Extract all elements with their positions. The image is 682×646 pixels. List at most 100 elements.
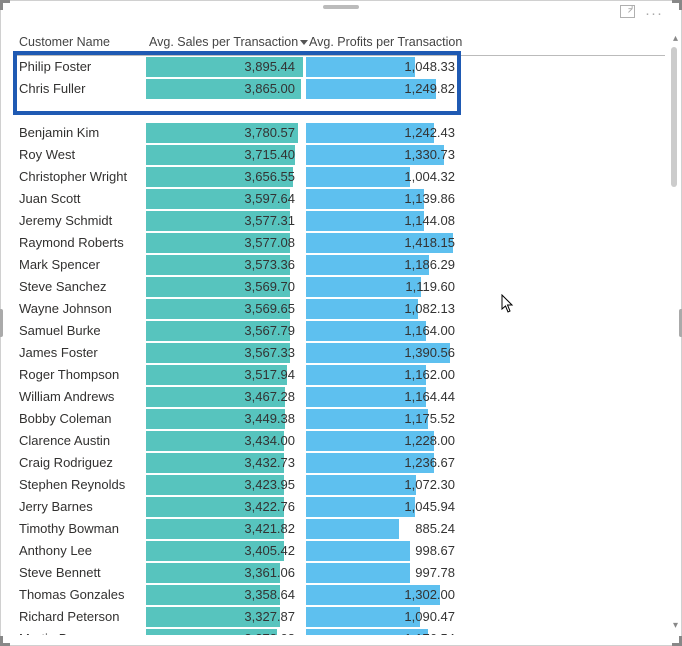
- cell-customer: Jerry Barnes: [15, 496, 145, 518]
- table-row[interactable]: Wayne Johnson3,569.651,082.13: [15, 298, 665, 320]
- table-row[interactable]: Clarence Austin3,434.001,228.00: [15, 430, 665, 452]
- cell-profits: 1,090.47: [305, 606, 465, 628]
- cell-customer: Martin Berry: [15, 628, 145, 636]
- cell-customer: Clarence Austin: [15, 430, 145, 452]
- table-row[interactable]: Roy West3,715.401,330.73: [15, 144, 665, 166]
- table-row[interactable]: Craig Rodriguez3,432.731,236.67: [15, 452, 665, 474]
- table-row[interactable]: Jeremy Schmidt3,577.311,144.08: [15, 210, 665, 232]
- drag-handle-top[interactable]: [323, 5, 359, 9]
- cell-sales: 3,327.87: [145, 606, 305, 628]
- table-row[interactable]: Steve Sanchez3,569.701,119.60: [15, 276, 665, 298]
- sort-desc-icon: [300, 40, 308, 45]
- cell-customer: Samuel Burke: [15, 320, 145, 342]
- cell-customer: Jeremy Schmidt: [15, 210, 145, 232]
- cell-customer: Wayne Johnson: [15, 298, 145, 320]
- cell-profits: 1,228.00: [305, 430, 465, 452]
- focus-mode-icon[interactable]: [620, 5, 635, 22]
- cell-profits: 1,176.54: [305, 628, 465, 636]
- cell-customer: Roger Thompson: [15, 364, 145, 386]
- cell-customer: Bobby Coleman: [15, 408, 145, 430]
- cell-profits: 1,162.00: [305, 364, 465, 386]
- table-row[interactable]: William Andrews3,467.281,164.44: [15, 386, 665, 408]
- cell-customer: Chris Fuller: [15, 78, 145, 100]
- cell-sales: 3,278.08: [145, 628, 305, 636]
- cell-profits: 885.24: [305, 518, 465, 540]
- cell-profits: 1,302.00: [305, 584, 465, 606]
- table-row[interactable]: Thomas Gonzales3,358.641,302.00: [15, 584, 665, 606]
- cell-sales: 3,780.57: [145, 122, 305, 144]
- cell-profits: 1,048.33: [305, 56, 465, 78]
- table-row[interactable]: James Foster3,567.331,390.56: [15, 342, 665, 364]
- table-row[interactable]: [15, 100, 665, 122]
- col-header-sales[interactable]: Avg. Sales per Transaction: [145, 31, 305, 56]
- cell-customer: Steve Bennett: [15, 562, 145, 584]
- cell-customer: Christopher Wright: [15, 166, 145, 188]
- table-row[interactable]: Timothy Bowman3,421.82885.24: [15, 518, 665, 540]
- table-row[interactable]: Richard Peterson3,327.871,090.47: [15, 606, 665, 628]
- scrollbar-thumb[interactable]: [671, 47, 677, 187]
- table-row[interactable]: Martin Berry3,278.081,176.54: [15, 628, 665, 636]
- table-row[interactable]: Stephen Reynolds3,423.951,072.30: [15, 474, 665, 496]
- scroll-up-icon[interactable]: ▴: [673, 33, 678, 44]
- cell-profits: 1,175.52: [305, 408, 465, 430]
- col-header-customer[interactable]: Customer Name: [15, 31, 145, 56]
- table-row[interactable]: Philip Foster3,895.441,048.33: [15, 56, 665, 78]
- cell-sales: 3,569.70: [145, 276, 305, 298]
- cell-profits: 1,072.30: [305, 474, 465, 496]
- cell-sales: 3,656.55: [145, 166, 305, 188]
- table-row[interactable]: Christopher Wright3,656.551,004.32: [15, 166, 665, 188]
- table-row[interactable]: Samuel Burke3,567.791,164.00: [15, 320, 665, 342]
- cell-customer: Timothy Bowman: [15, 518, 145, 540]
- cell-profits: 1,144.08: [305, 210, 465, 232]
- table-row[interactable]: Jerry Barnes3,422.761,045.94: [15, 496, 665, 518]
- cell-profits: 1,236.67: [305, 452, 465, 474]
- cell-profits: 998.67: [305, 540, 465, 562]
- cell-sales: 3,449.38: [145, 408, 305, 430]
- table-row[interactable]: Roger Thompson3,517.941,162.00: [15, 364, 665, 386]
- cell-sales: 3,405.42: [145, 540, 305, 562]
- cell-customer: Philip Foster: [15, 56, 145, 78]
- resize-handle-tl[interactable]: [0, 0, 10, 10]
- cell-profits: 1,242.43: [305, 122, 465, 144]
- table-row[interactable]: Steve Bennett3,361.06997.78: [15, 562, 665, 584]
- scroll-down-icon[interactable]: ▾: [673, 620, 678, 631]
- cell-sales: 3,358.64: [145, 584, 305, 606]
- table-body: Philip Foster3,895.441,048.33Chris Fulle…: [15, 56, 665, 636]
- cell-sales: 3,467.28: [145, 386, 305, 408]
- visual-container[interactable]: ··· ▴ ▾ Customer Name Avg. Sales per Tra…: [0, 0, 682, 646]
- cell-customer: Mark Spencer: [15, 254, 145, 276]
- cell-sales: 3,895.44: [145, 56, 305, 78]
- cell-customer: Thomas Gonzales: [15, 584, 145, 606]
- table-row[interactable]: Anthony Lee3,405.42998.67: [15, 540, 665, 562]
- table-row[interactable]: Bobby Coleman3,449.381,175.52: [15, 408, 665, 430]
- cell-sales: 3,567.79: [145, 320, 305, 342]
- cell-customer: [15, 100, 145, 122]
- table-row[interactable]: Chris Fuller3,865.001,249.82: [15, 78, 665, 100]
- resize-handle-br[interactable]: [672, 636, 682, 646]
- cell-sales: 3,423.95: [145, 474, 305, 496]
- cell-sales: 3,421.82: [145, 518, 305, 540]
- cell-customer: Steve Sanchez: [15, 276, 145, 298]
- cell-profits: 1,186.29: [305, 254, 465, 276]
- table-row[interactable]: Raymond Roberts3,577.081,418.15: [15, 232, 665, 254]
- cell-sales: 3,569.65: [145, 298, 305, 320]
- cell-profits: 1,164.44: [305, 386, 465, 408]
- cell-sales: 3,517.94: [145, 364, 305, 386]
- cell-sales: 3,577.08: [145, 232, 305, 254]
- cell-sales: 3,567.33: [145, 342, 305, 364]
- cell-profits: 1,164.00: [305, 320, 465, 342]
- table-row[interactable]: Juan Scott3,597.641,139.86: [15, 188, 665, 210]
- cell-profits: 1,004.32: [305, 166, 465, 188]
- cell-profits: [305, 100, 465, 122]
- resize-handle-left[interactable]: [0, 309, 3, 337]
- resize-handle-tr[interactable]: [672, 0, 682, 10]
- col-header-profits[interactable]: Avg. Profits per Transaction: [305, 31, 465, 56]
- cell-customer: James Foster: [15, 342, 145, 364]
- resize-handle-bl[interactable]: [0, 636, 10, 646]
- table-row[interactable]: Benjamin Kim3,780.571,242.43: [15, 122, 665, 144]
- more-options-icon[interactable]: ···: [645, 5, 663, 22]
- cell-sales: 3,361.06: [145, 562, 305, 584]
- cell-profits: 1,139.86: [305, 188, 465, 210]
- visual-toolbar: ···: [620, 5, 663, 22]
- table-row[interactable]: Mark Spencer3,573.361,186.29: [15, 254, 665, 276]
